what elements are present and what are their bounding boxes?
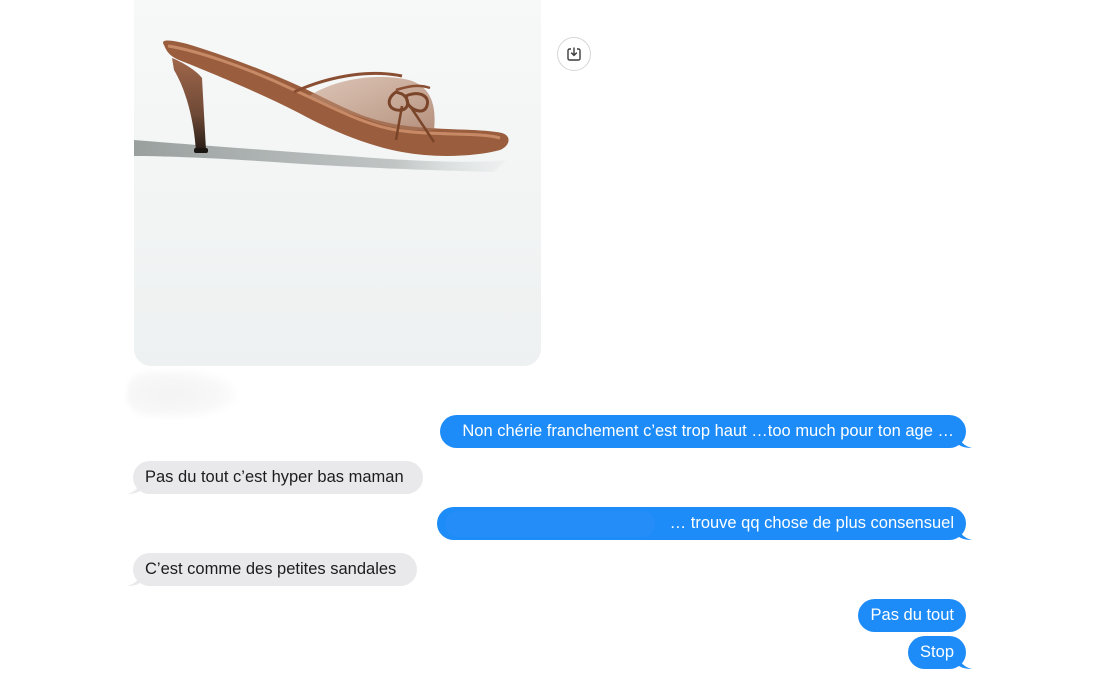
- outgoing-message[interactable]: Stop: [908, 636, 972, 669]
- message-text: Pas du tout c’est hyper bas maman: [145, 468, 404, 486]
- save-attachment-button[interactable]: [557, 37, 591, 71]
- bubble-tail: [958, 526, 972, 540]
- bubble-tail: [127, 480, 141, 494]
- message-text: Pas du tout: [870, 606, 954, 624]
- message-text: Non chérie franchement c’est trop haut ……: [462, 422, 954, 440]
- message-text: … trouve qq chose de plus consensuel: [669, 514, 954, 532]
- sandal-image: [134, 40, 509, 172]
- outgoing-message[interactable]: … trouve qq chose de plus consensuel: [437, 507, 972, 540]
- outgoing-message[interactable]: Non chérie franchement c’est trop haut ……: [440, 415, 972, 448]
- bubble-tail: [958, 655, 972, 669]
- bubble-tail: [958, 434, 972, 448]
- blurred-bubble: [127, 370, 235, 418]
- outgoing-message[interactable]: Pas du tout: [858, 599, 966, 632]
- redaction-scribble: [445, 511, 655, 537]
- shoe-photo-attachment[interactable]: [134, 0, 541, 366]
- bubble-tail: [127, 572, 141, 586]
- incoming-message[interactable]: Pas du tout c’est hyper bas maman: [127, 461, 423, 494]
- incoming-message[interactable]: C’est comme des petites sandales: [127, 553, 417, 586]
- square-arrow-down-icon: [567, 47, 581, 61]
- message-text: Stop: [920, 643, 954, 661]
- conversation-view: Non chérie franchement c’est trop haut ……: [0, 0, 1100, 688]
- message-text: C’est comme des petites sandales: [145, 560, 397, 578]
